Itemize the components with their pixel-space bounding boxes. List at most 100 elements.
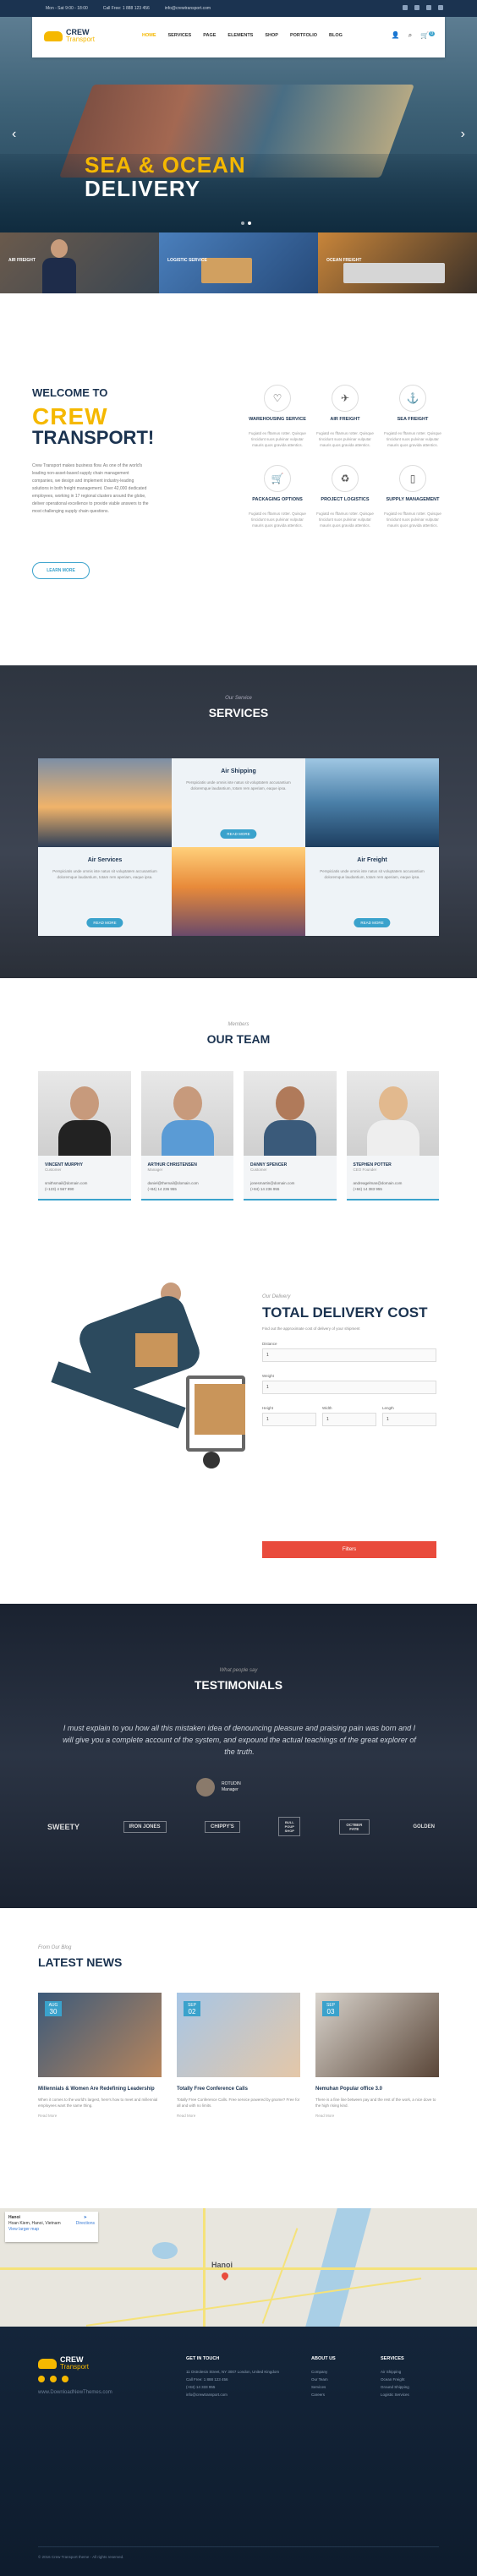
news-post[interactable]: SEP 02 Totally Free Conference Calls Tota… [177,1993,300,2118]
delivery-man-image [34,1283,245,1536]
phone-text: Call Free: 1 888 123 456 [102,6,150,11]
services-title: SERVICES [208,706,269,719]
team-member-card[interactable]: ARTHUR CHRISTENSEN Manager daniel@themail@… [140,1071,233,1200]
service-item[interactable]: 🛒 PACKAGING OPTIONS Fugiatd ex fftamus rot… [244,465,311,528]
member-photo [244,1071,337,1156]
footer-services: SERVICES Air Shipping Ocean Freight Grou… [381,2356,409,2397]
welcome-section: WELCOME TO CREW TRANSPORT! Crew Transpor… [0,293,477,665]
main-header: CREW Transport HOME SERVICES PAGE ELEMEN… [32,17,445,57]
map-pin-icon[interactable] [220,2271,230,2281]
welcome-text: Crew Transport makes business flow. As o… [32,463,149,514]
nav-home[interactable]: HOME [142,33,156,38]
email-link[interactable]: info@crewtransport.com [165,6,211,11]
brand-logos: SWEETY IRON JONES CHIPPY'S BULL POUP SHO… [42,1817,440,1836]
search-icon[interactable]: ⌕ [408,31,412,40]
read-more-link[interactable]: Read More [38,2114,162,2118]
service-item[interactable]: ♻ PROJECT LOGISTICS Fugiatd ex fftamus rot… [311,465,379,528]
slider-next-icon[interactable]: › [461,127,465,142]
length-field[interactable]: Length 1 [382,1406,436,1426]
linkedin-icon[interactable] [62,2376,69,2382]
team-section: Members OUR TEAM VINCENT MURPHY Customer s… [0,978,477,1249]
site-logo[interactable]: CREW Transport [44,29,95,43]
directions-icon: ➤ [83,2215,87,2220]
read-more-button[interactable]: READ MORE [354,918,391,927]
post-date: AUG 30 [45,2001,62,2016]
team-subtitle: Members [228,1022,249,1027]
services-subtitle: Our Service [225,696,252,701]
nav-page[interactable]: PAGE [203,33,216,38]
testimonials-subtitle: What people say [219,1668,258,1673]
heart-icon: ♡ [264,385,291,412]
feature-box[interactable]: AIR FREIGHT [0,232,159,293]
team-member-card[interactable]: STEPHEN POTTER CEO Founder andreagelman@do… [346,1071,439,1200]
footer-url: www.DownloadNewThemes.com [38,2390,112,2395]
service-card[interactable]: Air Services Perspiciatis unde omnis iste… [38,847,172,936]
cart-icon[interactable]: 🛒 0 [420,31,435,40]
service-item[interactable]: ⚓ SEA FREIGHT Fugiatd ex fftamus rotter. Q… [379,385,447,448]
facebook-icon[interactable] [403,5,408,10]
nav-portfolio[interactable]: PORTFOLIO [290,33,317,38]
slider-dots[interactable] [241,222,251,225]
linkedin-icon[interactable] [426,5,431,10]
phone-icon: ▯ [399,465,426,492]
facebook-icon[interactable] [38,2376,45,2382]
footer-logo[interactable]: CREW Transport [38,2356,89,2371]
social-links [403,5,443,10]
service-card[interactable]: Air Freight Perspiciatis unde omnis iste … [305,847,439,936]
nav-shop[interactable]: SHOP [265,33,278,38]
read-more-link[interactable]: Read More [177,2114,300,2118]
twitter-icon[interactable] [50,2376,57,2382]
main-nav: HOME SERVICES PAGE ELEMENTS SHOP PORTFOL… [142,33,343,38]
welcome-title: WELCOME TO [32,386,108,399]
post-image: AUG 30 [38,1993,162,2077]
width-field[interactable]: Width 1 [322,1406,376,1426]
delivery-subtitle: Our Delivery [262,1294,291,1299]
location-map[interactable]: Hanoi Hanoi Hoan Kiem, Hanoi, Vietnam Vi… [0,2208,477,2327]
slider-prev-icon[interactable]: ‹ [12,127,16,142]
nav-services[interactable]: SERVICES [168,33,192,38]
team-member-card[interactable]: VINCENT MURPHY Customer smithsmail@domain.… [38,1071,131,1200]
service-card[interactable]: Air Shipping Perspiciatis unde omnis iste… [172,758,305,847]
read-more-button[interactable]: READ MORE [86,918,123,927]
footer-about: ABOUT US Company Our Team Services Caree… [311,2356,336,2397]
hero-title-line2: DELIVERY [85,176,201,201]
nav-blog[interactable]: BLOG [329,33,343,38]
service-image [38,758,172,847]
user-icon[interactable]: 👤 [392,31,400,40]
delivery-cost-section: Our Delivery TOTAL DELIVERY COST Find ou… [0,1249,477,1604]
service-item[interactable]: ▯ SUPPLY MANAGEMENT Fugiatd ex fftamus rot… [379,465,447,528]
news-post[interactable]: AUG 30 Millennials & Women Are Redefining… [38,1993,162,2118]
read-more-link[interactable]: Read More [315,2114,439,2118]
read-more-button[interactable]: READ MORE [220,829,257,839]
recycle-icon: ♻ [332,465,359,492]
news-post[interactable]: SEP 03 Nemuhan Popular office 3.0 There i… [315,1993,439,2118]
distance-field[interactable]: Distance 1 [262,1342,436,1362]
hours-text: Mon - Sat 9:00 - 18:00 [46,6,88,11]
testimonial-author: ROTUDIN [222,1781,241,1786]
delivery-title: TOTAL DELIVERY COST [262,1304,428,1321]
copyright: © 2016 Crew Transport theme - All rights… [38,2555,124,2559]
footer-contact: GET IN TOUCH 11 Ostrolesin Street, NY 30… [186,2356,280,2397]
directions-link[interactable]: ➤ Directions [76,2215,95,2227]
height-field[interactable]: Height 1 [262,1406,316,1426]
member-photo [38,1071,131,1156]
top-bar: Mon - Sat 9:00 - 18:00 Call Free: 1 888 … [0,0,477,17]
welcome-brand-2: TRANSPORT! [32,427,155,448]
feature-box[interactable]: LOGISTIC SERVICE [159,232,318,293]
news-title: LATEST NEWS [38,1955,123,1969]
service-item[interactable]: ♡ WAREHOUSING SERVICE Fugiatd ex fftamus r… [244,385,311,448]
rss-icon[interactable] [438,5,443,10]
team-member-card[interactable]: DANNY SPENCER Customer jonesmartin@domain.… [244,1071,337,1200]
testimonial-role: Manager [222,1787,238,1792]
service-item[interactable]: ✈ AIR FREIGHT Fugiatd ex fftamus rotter. Q… [311,385,379,448]
service-image [172,847,305,936]
feature-box[interactable]: OCEAN FREIGHT [318,232,477,293]
cart-icon: 🛒 [264,465,291,492]
nav-elements[interactable]: ELEMENTS [228,33,253,38]
map-city-label: Hanoi [211,2261,233,2269]
view-larger-map-link[interactable]: View larger map [8,2227,95,2233]
filters-button[interactable]: Filters [262,1541,436,1558]
learn-more-button[interactable]: LEARN MORE [32,562,90,579]
twitter-icon[interactable] [414,5,419,10]
weight-field[interactable]: Weight 1 [262,1374,436,1394]
